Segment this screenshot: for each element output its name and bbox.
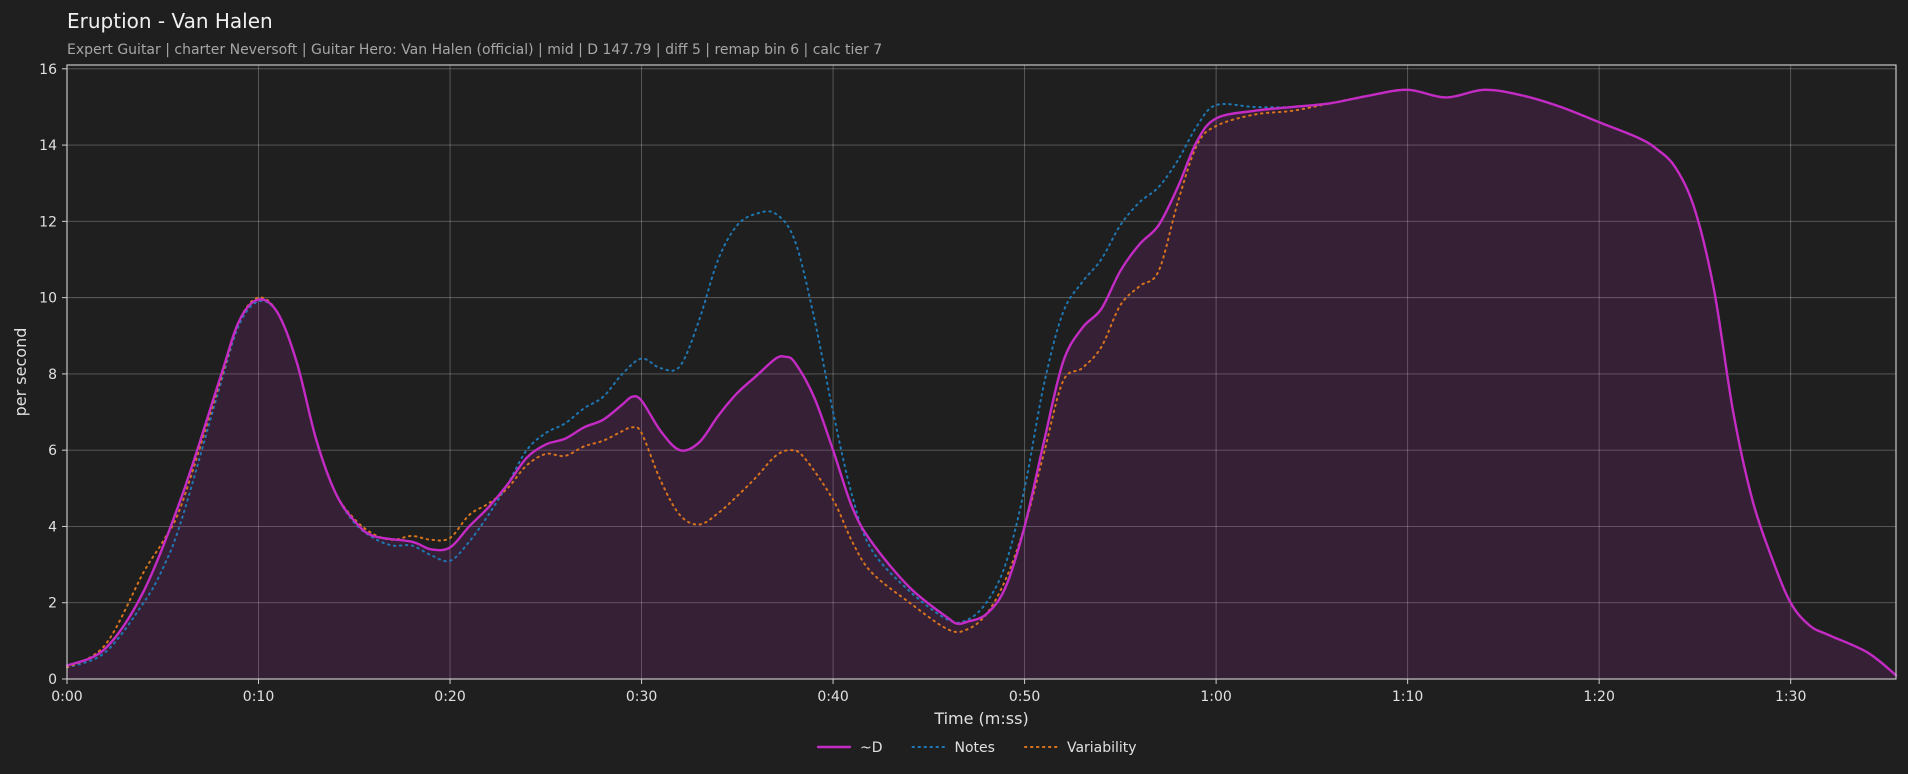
x-tick-label: 0:50 (1009, 689, 1040, 705)
x-tick-label: 1:30 (1775, 689, 1806, 705)
chart-subtitle: Expert Guitar | charter Neversoft | Guit… (67, 42, 882, 58)
x-tick-label: 1:00 (1200, 689, 1231, 705)
x-tick-label: 0:20 (434, 689, 465, 705)
legend-item-notes: Notes (911, 740, 995, 756)
x-tick-label: 0:30 (626, 689, 657, 705)
legend-label: ~D (860, 740, 883, 756)
x-axis-ticks: 0:00 0:10 0:20 0:30 0:40 0:50 1:00 1:10 1:20 1:30 (51, 679, 1806, 705)
y-axis-label: per second (11, 328, 30, 417)
series-d-area (67, 89, 1896, 679)
y-tick-label: 0 (48, 672, 57, 688)
chart-canvas: Eruption - Van Halen Expert Guitar | cha… (11, 9, 1898, 756)
y-axis-ticks: 0 2 4 6 8 10 12 14 16 (39, 62, 67, 688)
y-tick-label: 16 (39, 62, 57, 78)
legend-item-variability: Variability (1023, 740, 1137, 756)
y-tick-label: 6 (48, 443, 57, 459)
y-tick-label: 4 (48, 519, 57, 535)
area-fill (67, 89, 1896, 679)
y-tick-label: 2 (48, 596, 57, 612)
x-tick-label: 0:40 (817, 689, 848, 705)
x-tick-label: 1:10 (1392, 689, 1423, 705)
legend: ~D Notes Variability (816, 740, 1137, 756)
x-tick-label: 0:00 (51, 689, 82, 705)
y-tick-label: 12 (39, 214, 57, 230)
y-tick-label: 10 (39, 291, 57, 307)
x-tick-label: 1:20 (1583, 689, 1614, 705)
legend-label: Variability (1067, 740, 1137, 756)
y-tick-label: 8 (48, 367, 57, 383)
x-axis-label: Time (m:ss) (933, 709, 1028, 728)
chart-title: Eruption - Van Halen (67, 9, 273, 33)
legend-item-d: ~D (816, 740, 883, 756)
x-tick-label: 0:10 (243, 689, 274, 705)
y-tick-label: 14 (39, 138, 57, 154)
legend-label: Notes (955, 740, 995, 756)
